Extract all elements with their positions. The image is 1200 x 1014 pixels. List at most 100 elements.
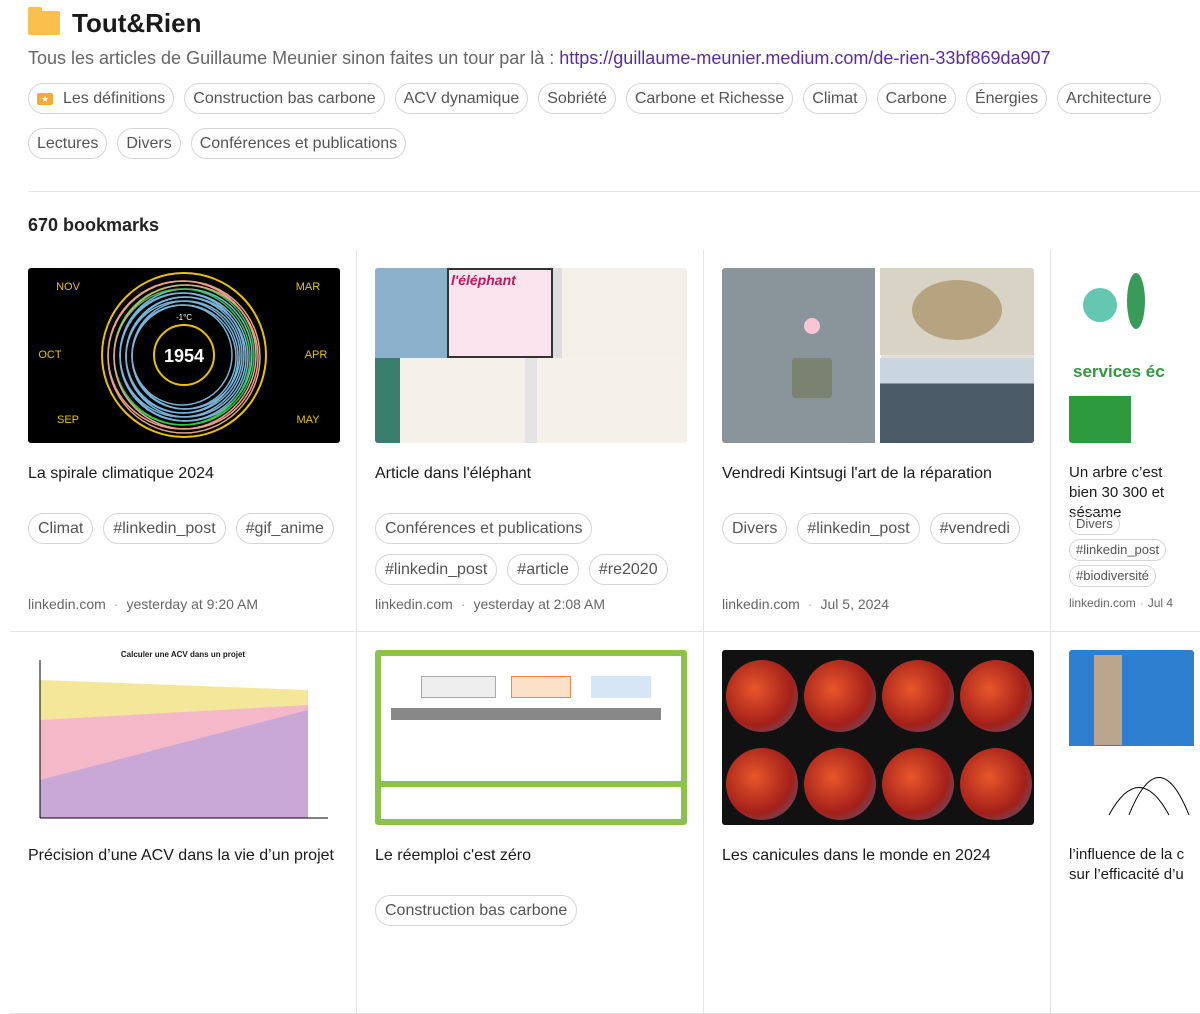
bookmark-tags: Divers #linkedin_post #vendredi (722, 513, 1033, 585)
chip-climat[interactable]: Climat (803, 83, 867, 114)
thumb-text: services éc (1073, 362, 1165, 381)
chip-construction-bas-carbone[interactable]: Construction bas carbone (184, 83, 385, 114)
bookmark-date: Jul 5, 2024 (820, 596, 890, 612)
chip-label: Les définitions (63, 90, 166, 107)
subcollection-chips: ★ Les définitions Construction bas carbone… (28, 83, 1200, 114)
bookmark-title[interactable]: l’influence de la c sur l’efficacité d’u (1069, 845, 1194, 889)
chip-carbone[interactable]: Carbone (876, 83, 956, 114)
bookmark-card[interactable]: Calculer une ACV dans un projet Précision… (10, 632, 357, 1013)
chip-sobri-t-[interactable]: Sobriété (538, 83, 616, 114)
bookmark-title[interactable]: La spirale climatique 2024 (28, 463, 339, 507)
bookmark-domain: linkedin.com (1069, 596, 1136, 610)
folder-icon (28, 7, 60, 35)
collection-title: Tout&Rien (72, 7, 202, 38)
month-label: SEP (57, 414, 79, 426)
magazine-title: l'éléphant (451, 272, 516, 288)
bookmark-count: 670 bookmarks (28, 215, 160, 235)
bookmark-card[interactable]: Les canicules dans le monde en 2024 (704, 632, 1051, 1013)
bookmark-card[interactable]: l’influence de la c sur l’efficacité d’u (1051, 632, 1194, 1013)
bookmark-card[interactable]: Vendredi Kintsugi l'art de la réparation… (704, 250, 1051, 631)
bookmark-thumbnail[interactable] (375, 650, 687, 825)
chip-label: Architecture (1066, 90, 1152, 107)
tag-chip[interactable]: #linkedin_post (103, 513, 226, 544)
tag-chip[interactable]: #gif_anime (235, 513, 334, 544)
bookmark-date: yesterday at 2:08 AM (473, 596, 606, 612)
tag-chip[interactable]: Divers (1069, 513, 1120, 535)
chip--nergies[interactable]: Énergies (965, 83, 1048, 114)
separator-dot: · (113, 596, 119, 612)
bookmark-title[interactable]: Précision d’une ACV dans la vie d’un pro… (28, 845, 339, 889)
tag-chip[interactable]: #article (507, 554, 579, 585)
bookmark-card[interactable]: l'éléphant Article dans l'éléphant Confére… (357, 250, 704, 631)
chip-conf-rences-et-publications[interactable]: Conférences et publications (190, 128, 407, 159)
bookmark-card[interactable]: Le réemploi c'est zéro Construction bas c… (357, 632, 704, 1013)
month-label: NOV (56, 281, 81, 293)
bookmark-thumbnail[interactable] (722, 268, 1034, 443)
bookmark-thumbnail[interactable]: Calculer une ACV dans un projet (28, 650, 340, 825)
bookmark-thumbnail[interactable]: services éc (1069, 268, 1194, 443)
tag-chip[interactable]: Climat (28, 513, 94, 544)
chip-label: Construction bas carbone (193, 90, 376, 107)
bookmark-title[interactable]: Le réemploi c'est zéro (375, 845, 686, 889)
tag-chip[interactable]: #linkedin_post (375, 554, 498, 585)
chip-label: Divers (126, 135, 172, 152)
bookmark-title[interactable]: Les canicules dans le monde en 2024 (722, 845, 1033, 889)
bookmark-grid: 1954 -1°C NOV MAR OCT APR SEP MAY La spirale cli… (10, 250, 1200, 1014)
bookmark-domain: linkedin.com (28, 596, 106, 612)
divider (28, 191, 1200, 192)
collection-link[interactable]: https://guillaume-meunier.medium.com/de-… (559, 48, 1050, 68)
chip-label: Climat (812, 90, 858, 107)
bookmark-meta: linkedin.com · yesterday at 2:08 AM (375, 596, 605, 612)
collection-header: Tout&Rien Tous les articles de Guillaume… (28, 7, 1200, 159)
tag-chip[interactable]: #linkedin_post (1069, 539, 1167, 561)
spiral-year: 1954 (164, 346, 204, 366)
folder-star-icon: ★ (37, 92, 53, 105)
chip-label: ACV dynamique (403, 90, 520, 107)
chip-divers[interactable]: Divers (117, 128, 181, 159)
spiral-label: -1°C (176, 313, 192, 322)
bookmark-thumbnail[interactable] (722, 650, 1034, 825)
bookmark-date: yesterday at 9:20 AM (126, 596, 259, 612)
bookmark-meta: linkedin.com · Jul 5, 2024 (722, 596, 889, 612)
chip-label: Conférences et publications (199, 135, 398, 152)
grid-row: 1954 -1°C NOV MAR OCT APR SEP MAY La spirale cli… (10, 250, 1200, 632)
bookmark-title[interactable]: Un arbre c’est bien 30 300 et sésame (1069, 463, 1194, 521)
bookmark-tags (28, 895, 339, 967)
chip-acv-dynamique[interactable]: ACV dynamique (394, 83, 529, 114)
tag-chip[interactable]: Divers (722, 513, 788, 544)
tag-chip[interactable]: #biodiversité (1069, 565, 1156, 587)
bookmark-tags (1069, 895, 1194, 967)
tag-chip[interactable]: #linkedin_post (797, 513, 920, 544)
bookmark-tags: Conférences et publications #linkedin_pos… (375, 513, 686, 585)
bookmark-domain: linkedin.com (375, 596, 453, 612)
bookmark-thumbnail[interactable]: l'éléphant (375, 268, 687, 443)
bookmark-card[interactable]: services éc Un arbre c’est bien 30 300 et… (1051, 250, 1194, 631)
chip-lectures[interactable]: Lectures (28, 128, 108, 159)
bookmark-tags (722, 895, 1033, 967)
month-label: MAY (296, 414, 320, 426)
month-label: OCT (38, 349, 62, 361)
tag-chip[interactable]: #vendredi (929, 513, 1020, 544)
chip-carbone-et-richesse[interactable]: Carbone et Richesse (625, 83, 794, 114)
chip-label: Lectures (37, 135, 99, 152)
bookmark-meta: linkedin.com · Jul 4 (1069, 596, 1173, 610)
subcollection-chips-row2: Lectures Divers Conférences et publication… (28, 128, 1200, 159)
chip-label: Carbone (885, 90, 947, 107)
month-label: MAR (296, 281, 321, 293)
grid-row: Calculer une ACV dans un projet Précision… (10, 632, 1200, 1014)
bookmark-date: Jul 4 (1147, 596, 1174, 610)
tag-chip[interactable]: Conférences et publications (375, 513, 593, 544)
climate-spiral-image: 1954 -1°C NOV MAR OCT APR SEP MAY (38, 272, 327, 438)
bookmark-card[interactable]: 1954 -1°C NOV MAR OCT APR SEP MAY La spirale cli… (10, 250, 357, 631)
chip-architecture[interactable]: Architecture (1057, 83, 1161, 114)
bookmark-tags: Climat #linkedin_post #gif_anime (28, 513, 339, 585)
bookmark-domain: linkedin.com (722, 596, 800, 612)
bookmark-title[interactable]: Article dans l'éléphant (375, 463, 686, 507)
bookmark-title[interactable]: Vendredi Kintsugi l'art de la réparation (722, 463, 1033, 507)
bookmark-thumbnail[interactable]: 1954 -1°C NOV MAR OCT APR SEP MAY (28, 268, 340, 443)
chip-label: Carbone et Richesse (634, 90, 785, 107)
bookmark-thumbnail[interactable] (1069, 650, 1194, 825)
chip-les-d-finitions[interactable]: ★ Les définitions (28, 83, 175, 114)
chip-label: Sobriété (547, 90, 607, 107)
tag-chip[interactable]: #re2020 (588, 554, 668, 585)
